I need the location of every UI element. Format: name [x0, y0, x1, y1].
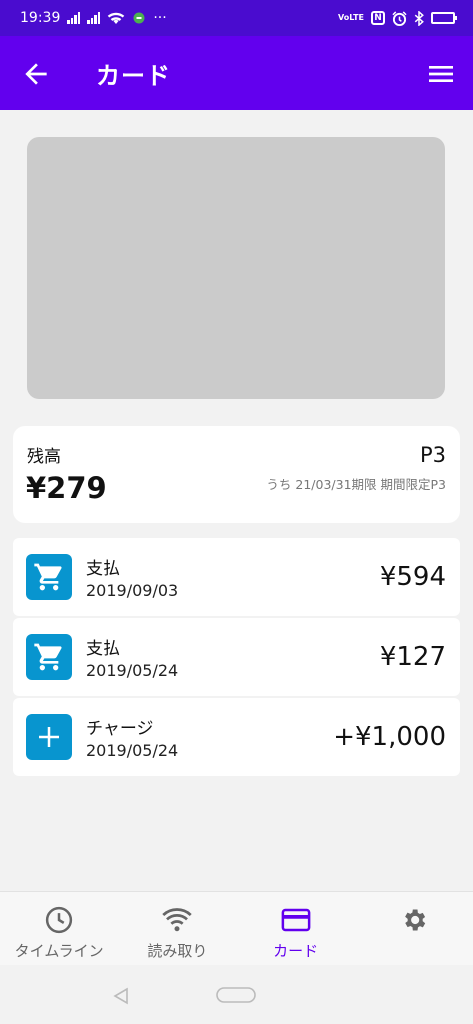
- more-icon: ···: [153, 10, 167, 26]
- clock-icon: [44, 905, 74, 935]
- shopping-cart-icon: [26, 554, 72, 600]
- signal-icon: [67, 12, 81, 24]
- plus-icon: [26, 714, 72, 760]
- nav-label: タイムライン: [14, 942, 104, 960]
- battery-icon: [431, 12, 457, 24]
- credit-card-icon: [281, 905, 311, 935]
- transaction-amount: +¥1,000: [333, 722, 446, 752]
- transaction-type: 支払: [86, 639, 120, 659]
- status-bar: 19:39 ··· VoLTE N: [0, 0, 473, 36]
- transaction-item[interactable]: 支払 2019/09/03 ¥594: [13, 538, 460, 616]
- bluetooth-icon: [414, 10, 424, 26]
- hamburger-menu-icon[interactable]: [424, 58, 458, 90]
- status-time: 19:39: [20, 10, 61, 26]
- bottom-navigation: タイムライン 読み取り カード: [0, 891, 473, 965]
- system-back-icon[interactable]: [112, 987, 130, 1005]
- volte-icon: VoLTE: [338, 13, 364, 22]
- transaction-item[interactable]: チャージ 2019/05/24 +¥1,000: [13, 698, 460, 776]
- alarm-icon: [392, 10, 407, 26]
- points-value: P3: [419, 443, 446, 467]
- signal-icon: [87, 12, 101, 24]
- status-left: 19:39 ···: [20, 10, 167, 26]
- points-note: うち 21/03/31期限 期間限定P3: [266, 477, 446, 492]
- message-icon: [133, 12, 145, 24]
- gear-icon: [399, 905, 429, 935]
- system-home-icon[interactable]: [216, 987, 256, 1003]
- nav-item-settings[interactable]: [355, 892, 473, 966]
- page-title: カード: [96, 62, 171, 90]
- transaction-type: チャージ: [86, 719, 154, 739]
- transaction-date: 2019/05/24: [86, 661, 179, 680]
- nav-item-scan[interactable]: 読み取り: [118, 892, 236, 966]
- card-image: [27, 137, 445, 399]
- transaction-date: 2019/09/03: [86, 581, 179, 600]
- balance-card: 残高 ¥279 P3 うち 21/03/31期限 期間限定P3: [13, 426, 460, 523]
- transaction-item[interactable]: 支払 2019/05/24 ¥127: [13, 618, 460, 696]
- transaction-type: 支払: [86, 559, 120, 579]
- transaction-amount: ¥594: [379, 562, 446, 592]
- nfc-icon: N: [371, 11, 385, 25]
- balance-label: 残高: [27, 447, 61, 467]
- nav-item-card[interactable]: カード: [237, 892, 355, 966]
- shopping-cart-icon: [26, 634, 72, 680]
- app-bar: カード: [0, 36, 473, 110]
- arrow-left-icon[interactable]: [20, 58, 52, 90]
- nav-label: 読み取り: [147, 942, 208, 960]
- wifi-icon: [108, 12, 125, 24]
- transaction-date: 2019/05/24: [86, 741, 179, 760]
- nav-label: カード: [273, 942, 319, 960]
- status-right: VoLTE N: [338, 10, 457, 26]
- system-navigation-bar: [0, 965, 473, 1024]
- nav-item-timeline[interactable]: タイムライン: [0, 892, 118, 966]
- balance-amount: ¥279: [26, 471, 107, 505]
- transaction-amount: ¥127: [379, 642, 446, 672]
- wifi-icon: [162, 905, 193, 935]
